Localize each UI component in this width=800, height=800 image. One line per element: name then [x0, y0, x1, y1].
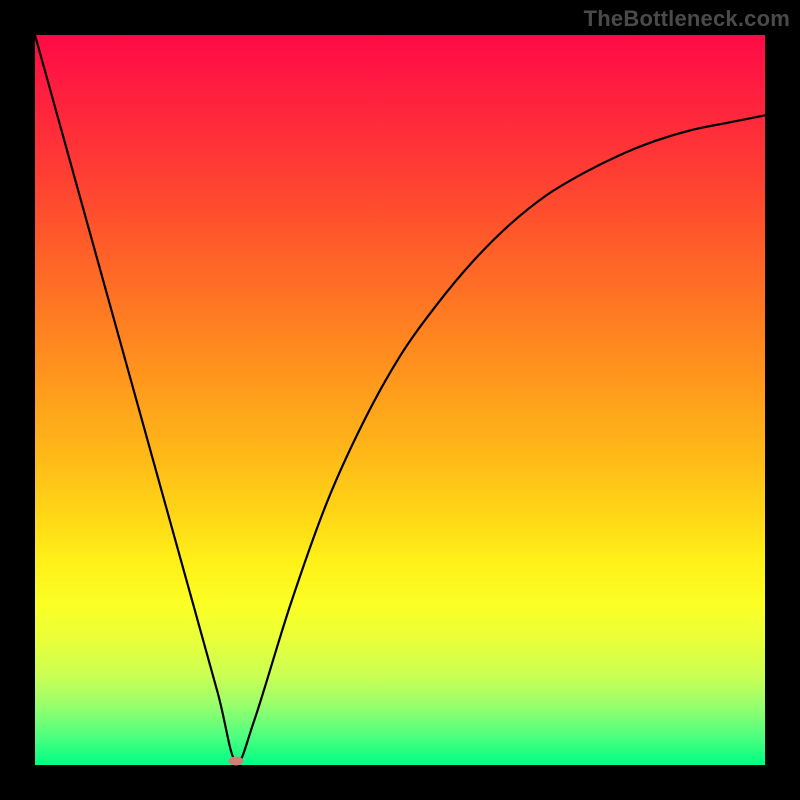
bottleneck-curve	[35, 35, 765, 765]
optimum-marker	[228, 757, 243, 766]
chart-frame: TheBottleneck.com	[0, 0, 800, 800]
curve-path	[35, 35, 765, 762]
plot-area	[35, 35, 765, 765]
attribution-text: TheBottleneck.com	[584, 6, 790, 32]
